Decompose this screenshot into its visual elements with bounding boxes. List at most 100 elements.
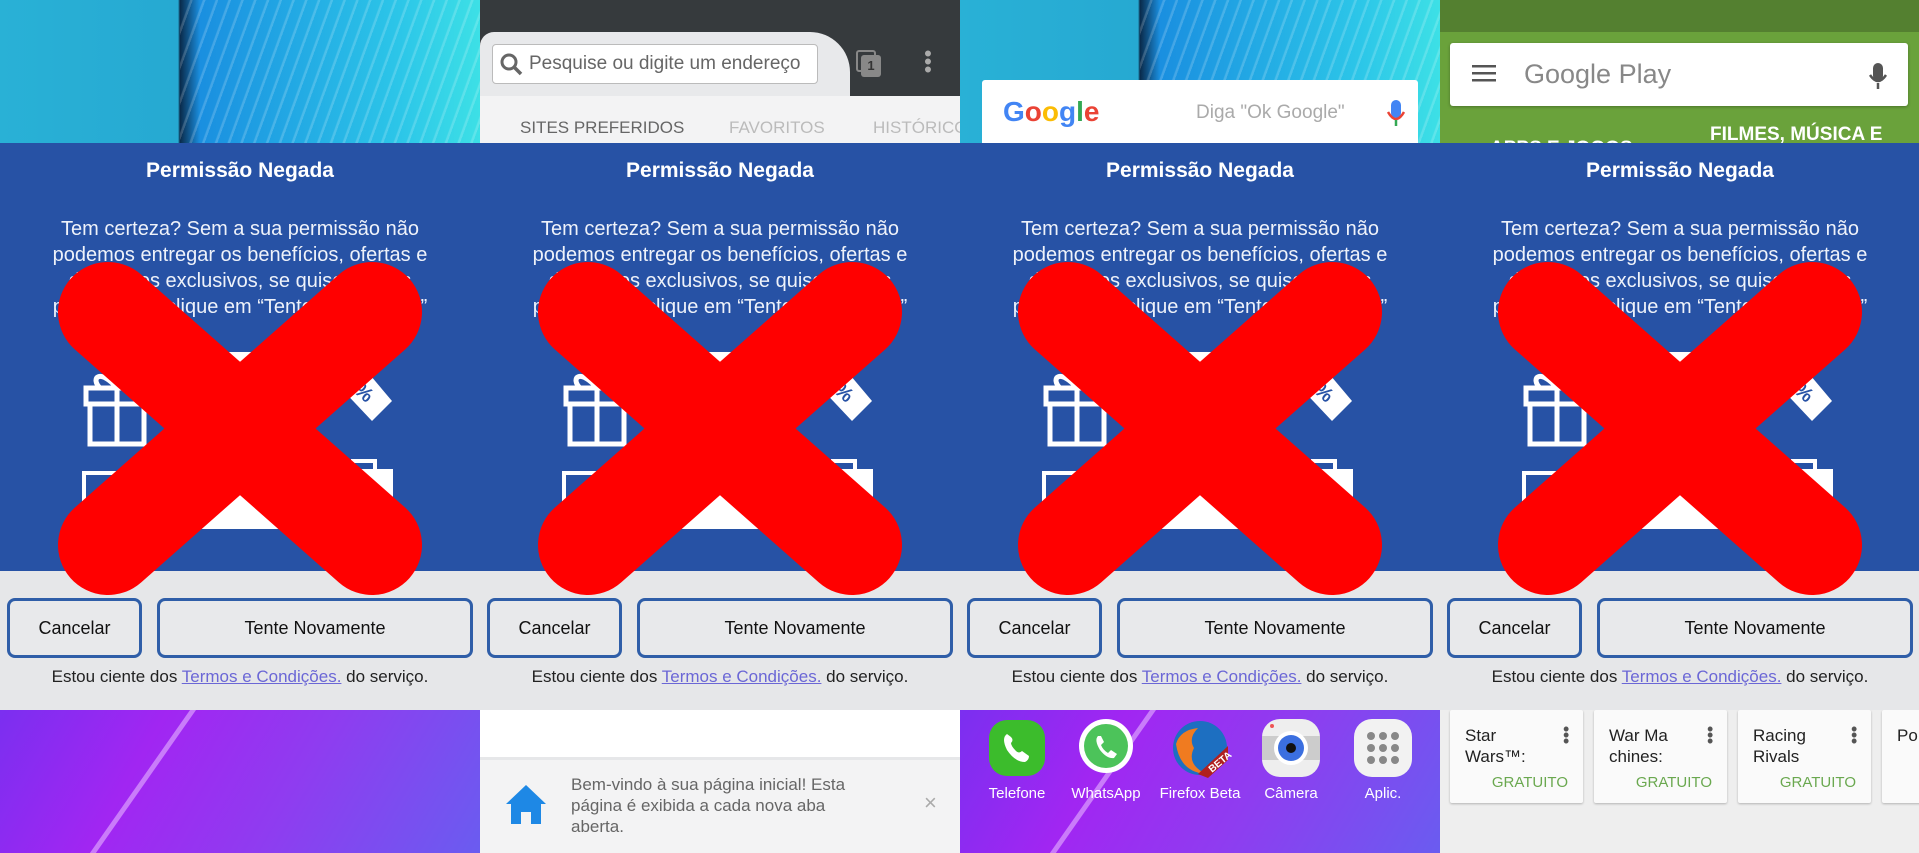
terms-notice: Estou ciente dos Termos e Condições. do … (531, 667, 909, 686)
screen-browser: Pesquise ou digite um endereço 1 • • • SIT… (480, 0, 960, 853)
app-price: GRATUITO (1491, 774, 1568, 791)
placeholder-block (1152, 477, 1248, 529)
more-options-icon[interactable]: • • • (1563, 720, 1569, 750)
app-title: War Ma chines: (1609, 726, 1668, 766)
camera-icon (1262, 719, 1320, 777)
tab-count: 1 (861, 55, 881, 77)
benefits-illustration: % (1042, 352, 1353, 529)
benefits-illustration: % (1522, 352, 1833, 529)
dock-app-label: Aplic. (1364, 785, 1402, 802)
retry-button[interactable]: Tente Novamente (1117, 598, 1433, 658)
placeholder-block (192, 477, 288, 529)
google-logo: Google (1003, 96, 1100, 127)
dock-app-label: Câmera (1264, 785, 1318, 802)
permission-dialog: Permissão Negada Tem certeza? Sem a sua … (0, 143, 480, 571)
placeholder-block (1632, 477, 1728, 529)
retry-button[interactable]: Tente Novamente (157, 598, 473, 658)
app-title: Po mo (1897, 726, 1919, 745)
app-title: Racing Rivals (1753, 726, 1806, 766)
tabs-button[interactable]: 1 (856, 50, 882, 78)
discount-tag-icon: % (1298, 363, 1352, 421)
wallpaper-bottom (0, 710, 480, 853)
apps-grid-icon (1354, 719, 1412, 777)
more-options-icon[interactable]: • • • (1851, 720, 1857, 750)
play-search-bar[interactable]: Google Play (1450, 43, 1908, 106)
search-icon (500, 53, 523, 76)
url-placeholder: Pesquise ou digite um endereço (529, 53, 801, 74)
app-price: GRATUITO (1779, 774, 1856, 791)
dock-app-telefone[interactable]: Telefone (972, 716, 1062, 802)
discount-tag-icon: % (338, 363, 392, 421)
gift-icon (1043, 374, 1111, 447)
money-icon (1522, 471, 1592, 513)
placeholder-bar (672, 352, 768, 362)
menu-icon[interactable]: • • • (922, 43, 934, 81)
dock-app-aplic-[interactable]: Aplic. (1338, 716, 1428, 802)
welcome-banner: Bem-vindo à sua página inicial! Esta pág… (480, 757, 960, 853)
benefits-illustration: % (562, 352, 873, 529)
permission-dialog: Permissão Negada Tem certeza? Sem a sua … (480, 143, 960, 571)
close-icon[interactable]: × (924, 790, 937, 816)
google-search-widget[interactable]: Google Diga "Ok Google" (982, 80, 1418, 143)
dialog-footer: Cancelar Tente Novamente Estou ciente do… (960, 571, 1440, 710)
placeholder-block (672, 477, 768, 529)
placeholder-bar (1632, 352, 1728, 362)
app-card[interactable]: Star Wars™: GRATUITO • • • (1450, 710, 1583, 803)
app-card[interactable]: Racing Rivals GRATUITO • • • (1738, 710, 1871, 803)
dock-app-c-mera[interactable]: Câmera (1246, 716, 1336, 802)
retry-button[interactable]: Tente Novamente (1597, 598, 1913, 658)
retry-button[interactable]: Tente Novamente (637, 598, 953, 658)
screen-home-wallpaper: Permissão Negada Tem certeza? Sem a sua … (0, 0, 480, 853)
cancel-button[interactable]: Cancelar (967, 598, 1102, 658)
benefits-illustration: % (82, 352, 393, 529)
play-store-bag-icon (815, 459, 873, 519)
terms-link[interactable]: Termos e Condições. (182, 667, 342, 686)
phone-icon (989, 720, 1045, 776)
discount-tag-icon: % (818, 363, 872, 421)
dialog-footer: Cancelar Tente Novamente Estou ciente do… (1440, 571, 1919, 710)
dock-app-label: Firefox Beta (1159, 785, 1241, 802)
url-search-input[interactable]: Pesquise ou digite um endereço (492, 44, 818, 84)
more-options-icon[interactable]: • • • (1707, 720, 1713, 750)
dock-app-label: Telefone (988, 785, 1046, 802)
gift-icon (563, 374, 631, 447)
play-store-bag-icon (1775, 459, 1833, 519)
dialog-footer: Cancelar Tente Novamente Estou ciente do… (0, 571, 480, 710)
screen-launcher: Google Diga "Ok Google" Telefone WhatsApp… (960, 0, 1440, 853)
dock-app-firefox-beta[interactable]: BETA Firefox Beta (1155, 716, 1245, 802)
app-card[interactable]: War Ma chines: GRATUITO • • • (1594, 710, 1727, 803)
app-title: Star Wars™: (1465, 726, 1526, 766)
hamburger-menu-icon[interactable] (1472, 65, 1496, 83)
microphone-icon[interactable] (1868, 61, 1888, 91)
app-card[interactable]: Po mo (1882, 710, 1919, 803)
permission-dialog: Permissão Negada Tem certeza? Sem a sua … (1440, 143, 1919, 571)
cancel-button[interactable]: Cancelar (487, 598, 622, 658)
dialog-footer: Cancelar Tente Novamente Estou ciente do… (480, 571, 960, 710)
screen-play-store: APPS E JOGOS FILMES, MÚSICA E Google Pla… (1440, 0, 1919, 853)
money-icon (1042, 471, 1112, 513)
cancel-button[interactable]: Cancelar (7, 598, 142, 658)
firefox-beta-icon: BETA (1173, 721, 1234, 778)
permission-dialog: Permissão Negada Tem certeza? Sem a sua … (960, 143, 1440, 571)
tab-top-sites[interactable]: SITES PREFERIDOS (520, 118, 684, 138)
discount-tag-icon: % (1778, 363, 1832, 421)
play-store-bag-icon (1295, 459, 1353, 519)
terms-notice: Estou ciente dos Termos e Condições. do … (51, 667, 429, 686)
play-store-bag-icon (335, 459, 393, 519)
terms-link[interactable]: Termos e Condições. (1622, 667, 1782, 686)
cancel-button[interactable]: Cancelar (1447, 598, 1582, 658)
dock-app-whatsapp[interactable]: WhatsApp (1061, 716, 1151, 802)
terms-link[interactable]: Termos e Condições. (1142, 667, 1302, 686)
terms-link[interactable]: Termos e Condições. (662, 667, 822, 686)
tab-history[interactable]: HISTÓRICO (873, 118, 960, 138)
microphone-icon[interactable] (1386, 98, 1406, 128)
welcome-text: Bem-vindo à sua página inicial! Esta pág… (571, 775, 846, 836)
app-price: GRATUITO (1635, 774, 1712, 791)
dock-app-label: WhatsApp (1071, 785, 1141, 802)
terms-notice: Estou ciente dos Termos e Condições. do … (1491, 667, 1869, 686)
gift-icon (83, 374, 151, 447)
placeholder-bar (192, 352, 288, 362)
placeholder-bar (1152, 352, 1248, 362)
whatsapp-icon (1079, 719, 1133, 773)
tab-bookmarks[interactable]: FAVORITOS (729, 118, 825, 138)
